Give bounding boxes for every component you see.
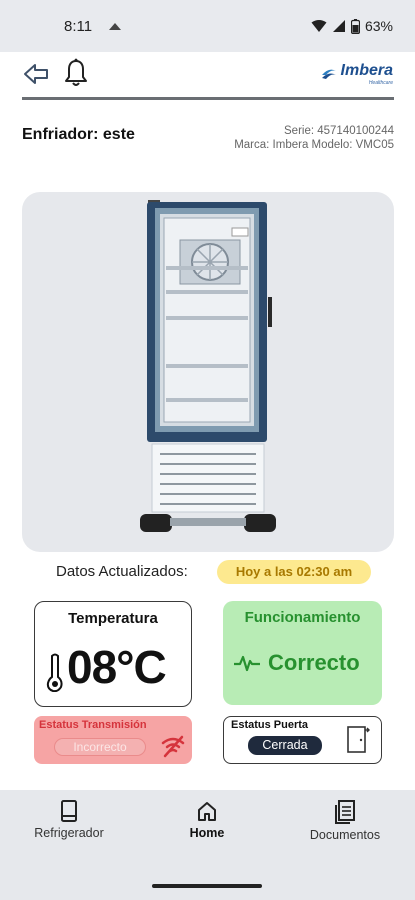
serial-number: Serie: 457140100244: [284, 125, 394, 137]
bottom-navigation: Refrigerador Home Documentos: [0, 790, 415, 870]
battery-percent: 63%: [364, 18, 393, 34]
status-time: 8:11: [64, 18, 93, 35]
temperature-title: Temperatura: [68, 610, 158, 627]
cooler-title: Enfriador: este: [22, 126, 135, 143]
nav-label-home: Home: [189, 826, 225, 840]
function-status-card[interactable]: Funcionamiento Correcto: [223, 601, 382, 705]
signal-icon: [332, 20, 345, 32]
cooler-image-card: [22, 192, 394, 552]
home-icon: [198, 802, 216, 821]
cloud-notification-icon: [109, 23, 121, 30]
updated-label: Datos Actualizados:: [56, 563, 188, 580]
temperature-card[interactable]: Temperatura 08°C: [34, 601, 192, 707]
pulse-icon: [234, 655, 260, 672]
status-indicators: 63%: [311, 18, 393, 34]
wifi-off-icon: [161, 735, 185, 758]
transmission-status-card[interactable]: Estatus Transmisión Incorrecto: [34, 716, 192, 764]
brand-name: Imbera: [340, 62, 393, 79]
documents-icon: [335, 800, 355, 824]
wifi-icon: [311, 20, 327, 32]
transmission-title: Estatus Transmisión: [39, 719, 147, 731]
header-divider: [22, 97, 394, 100]
brand-mark-icon: [321, 69, 336, 79]
tablet-icon: [61, 800, 77, 822]
cooler-metadata: Serie: 457140100244 Marca: Imbera Modelo…: [224, 124, 394, 152]
function-title: Funcionamiento: [244, 609, 361, 626]
temperature-value: 08°C: [67, 641, 167, 693]
brand-subtitle: Healthcare: [368, 80, 393, 86]
cooler-image: [140, 200, 276, 532]
brand-logo: Imbera Healthcare: [320, 62, 393, 86]
nav-label-refrigerador: Refrigerador: [34, 826, 104, 840]
home-indicator[interactable]: [152, 884, 262, 888]
status-bar: 8:11 63%: [0, 0, 415, 52]
door-title: Estatus Puerta: [231, 719, 309, 731]
updated-time-badge: Hoy a las 02:30 am: [217, 560, 371, 584]
door-status-card[interactable]: Estatus Puerta Cerrada: [223, 716, 382, 764]
door-icon: [347, 726, 370, 753]
nav-item-home[interactable]: Home: [152, 800, 262, 840]
thermometer-icon: [46, 653, 63, 692]
battery-icon: [350, 18, 360, 34]
brand-model: Marca: Imbera Modelo: VMC05: [234, 139, 394, 151]
nav-item-refrigerador[interactable]: Refrigerador: [14, 800, 124, 840]
door-status-badge: Cerrada: [248, 736, 322, 755]
nav-item-documentos[interactable]: Documentos: [290, 800, 400, 842]
top-app-bar: Imbera Healthcare: [0, 52, 415, 98]
bell-icon[interactable]: [63, 58, 89, 88]
transmission-status-badge: Incorrecto: [54, 738, 146, 756]
function-value: Correcto: [268, 650, 360, 675]
nav-label-documentos: Documentos: [309, 828, 381, 842]
back-arrow-icon[interactable]: [22, 60, 50, 88]
